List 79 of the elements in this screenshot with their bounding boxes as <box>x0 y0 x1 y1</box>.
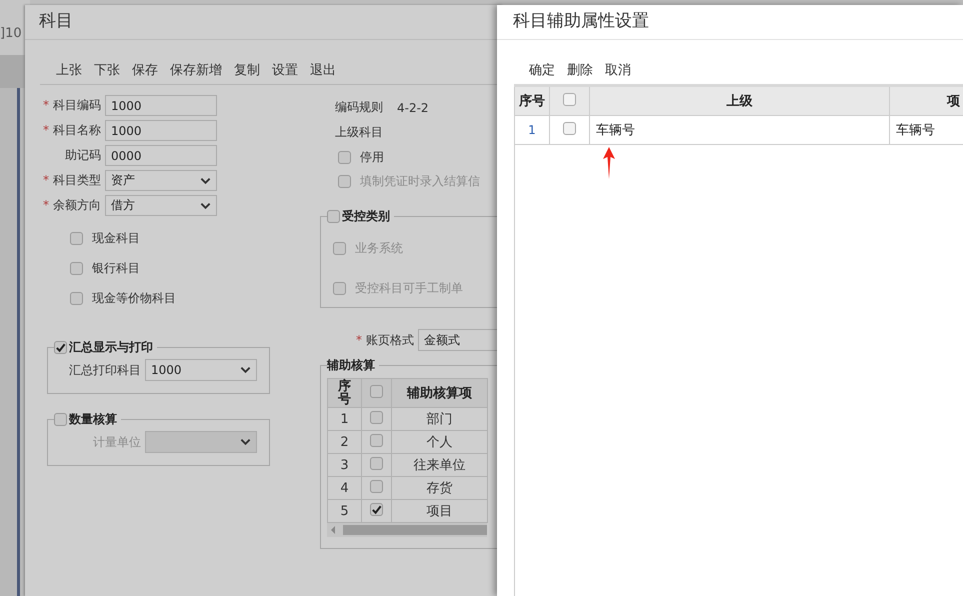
checkbox-label: 银行科目 <box>92 260 140 276</box>
required-mark: * <box>43 173 49 187</box>
group-title: 汇总显示与打印 <box>69 339 153 356</box>
checkbox[interactable] <box>70 232 83 244</box>
checkbox[interactable] <box>370 456 383 470</box>
group-title: 受控类别 <box>342 208 390 225</box>
checkbox[interactable] <box>70 292 83 304</box>
checkbox[interactable] <box>370 384 383 398</box>
dropdown[interactable]: 资产 <box>105 170 217 191</box>
dropdown[interactable]: 借方 <box>105 195 217 216</box>
scrollbar[interactable] <box>327 523 487 537</box>
chevron-down-icon <box>240 438 251 446</box>
chevron-down-icon <box>240 366 251 374</box>
field-label: 计量单位 <box>92 434 142 450</box>
required-mark: * <box>356 333 362 347</box>
required-mark: * <box>43 123 49 137</box>
dropdown[interactable]: 1000 <box>145 359 257 381</box>
table-cell: 4 <box>328 476 362 500</box>
checkbox[interactable] <box>370 480 383 492</box>
checkbox[interactable] <box>370 410 383 424</box>
table-cell: 2 <box>328 430 362 454</box>
checkbox[interactable] <box>370 434 383 446</box>
column-header: 辅助核算项 <box>392 378 488 408</box>
group-title: 数量核算 <box>69 411 117 428</box>
input-field[interactable]: 0000 <box>105 145 217 166</box>
field-label: 上级科目 <box>335 124 383 141</box>
checkbox[interactable] <box>563 92 576 106</box>
checkbox-label: 现金等价物科目 <box>92 290 176 306</box>
group-title: 辅助核算 <box>327 357 375 374</box>
checkbox[interactable] <box>338 150 351 164</box>
field-label: 助记码 <box>65 148 101 162</box>
checkbox-label: 填制凭证时录入结算信 <box>360 172 480 190</box>
table-cell: 车辆号 <box>590 116 890 144</box>
field-label: 编码规则 <box>335 99 383 116</box>
toolbar-button[interactable]: 退出 <box>310 61 336 79</box>
column-header: 序号 <box>328 378 362 408</box>
field-label: 科目名称 <box>53 123 101 137</box>
checkbox[interactable] <box>327 210 340 223</box>
checkbox-label: 业务系统 <box>355 240 403 256</box>
input-field[interactable]: 1000 <box>105 95 217 116</box>
table-cell: 1 <box>514 116 550 144</box>
toolbar-button[interactable]: 取消 <box>605 61 631 79</box>
required-mark: * <box>43 198 49 212</box>
table-cell: 往来单位 <box>392 454 488 476</box>
table-cell: 3 <box>328 454 362 476</box>
checkbox-label: 现金科目 <box>92 230 140 246</box>
checkbox[interactable] <box>54 341 67 354</box>
toolbar-button[interactable]: 设置 <box>272 61 298 79</box>
checkbox[interactable] <box>70 262 83 274</box>
field-label: 账页格式 <box>366 332 414 348</box>
table-cell: 部门 <box>392 408 488 430</box>
window-title: 科目辅助属性设置 <box>497 5 963 40</box>
checkbox-label: 受控科目可手工制单 <box>355 280 463 296</box>
toolbar-button[interactable]: 复制 <box>234 61 260 79</box>
checkbox-label: 停用 <box>360 148 384 166</box>
page-text: ]10 <box>0 26 22 41</box>
toolbar-button[interactable]: 上张 <box>56 61 82 79</box>
table-cell: 存货 <box>392 476 488 500</box>
field-label: 科目类型 <box>53 173 101 187</box>
field-label: 余额方向 <box>53 198 101 212</box>
chevron-down-icon <box>200 176 211 184</box>
toolbar-button[interactable]: 确定 <box>529 61 555 79</box>
table-cell: 个人 <box>392 430 488 454</box>
checkbox[interactable] <box>370 503 383 516</box>
column-header: 上级 <box>590 86 890 116</box>
field-label: 科目编码 <box>53 98 101 112</box>
checkbox[interactable] <box>563 122 576 135</box>
toolbar-button[interactable]: 下张 <box>94 61 120 79</box>
toolbar-button[interactable]: 保存新增 <box>170 61 222 79</box>
column-header: 项 <box>947 94 960 109</box>
toolbar-button[interactable]: 删除 <box>567 61 593 79</box>
chevron-down-icon <box>200 202 211 210</box>
field-label: 汇总打印科目 <box>68 362 142 378</box>
required-mark: * <box>43 98 49 112</box>
table-cell: 1 <box>328 408 362 430</box>
input-field[interactable]: 1000 <box>105 120 217 141</box>
toolbar-button[interactable]: 保存 <box>132 61 158 79</box>
field-value: 4-2-2 <box>397 100 429 114</box>
column-header: 序号 <box>514 86 550 116</box>
